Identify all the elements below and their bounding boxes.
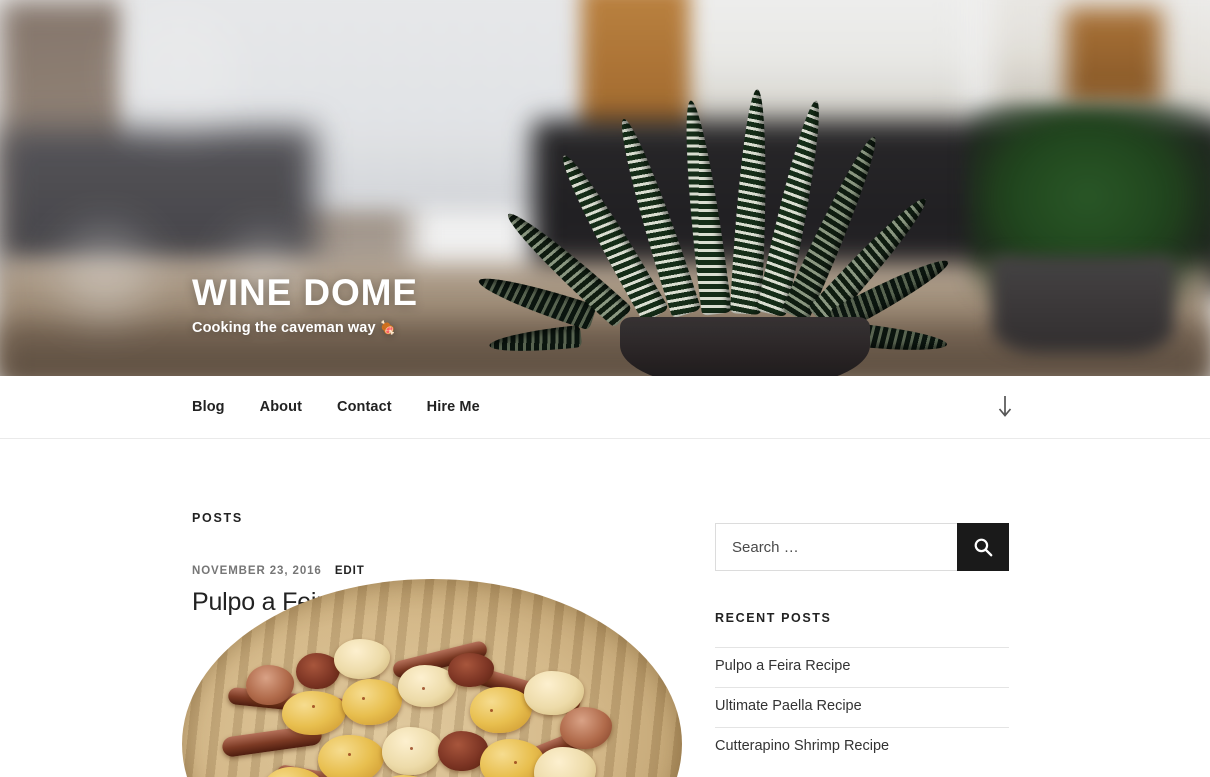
content-area: POSTS NOVEMBER 23, 2016 EDIT Pulpo a Fei… (182, 511, 682, 777)
meat-on-bone-icon: 🍖 (379, 320, 397, 335)
nav-item-contact[interactable]: Contact (337, 398, 392, 416)
widget-recent-posts: RECENT POSTS Pulpo a Feira Recipe Ultima… (715, 611, 1009, 766)
site-tagline-text: Cooking the caveman way (192, 320, 376, 336)
edit-post-link[interactable]: EDIT (335, 565, 365, 577)
nav-item-about[interactable]: About (260, 398, 302, 416)
widget-title-recent-posts: RECENT POSTS (715, 611, 832, 625)
nav-item-blog[interactable]: Blog (192, 398, 225, 416)
recent-post-link-1[interactable]: Pulpo a Feira Recipe (715, 658, 850, 674)
recent-posts-list: Pulpo a Feira Recipe Ultimate Paella Rec… (715, 647, 1009, 766)
primary-navigation: Blog About Contact Hire Me (0, 376, 1210, 439)
site-title[interactable]: WINE DOME (192, 273, 418, 313)
site-tagline: Cooking the caveman way 🍖 (192, 320, 418, 336)
nav-link-blog[interactable]: Blog (192, 399, 225, 415)
recent-post-link-3[interactable]: Cutterapino Shrimp Recipe (715, 738, 889, 754)
nav-link-about[interactable]: About (260, 399, 302, 415)
arrow-down-icon (998, 396, 1012, 417)
site-branding: WINE DOME Cooking the caveman way 🍖 (192, 273, 418, 336)
site-main: POSTS NOVEMBER 23, 2016 EDIT Pulpo a Fei… (0, 439, 1210, 777)
site-header: WINE DOME Cooking the caveman way 🍖 (0, 0, 1210, 376)
post-date: NOVEMBER 23, 2016 (192, 565, 322, 577)
search-submit-button[interactable] (957, 523, 1009, 571)
hero-overlay (0, 0, 1210, 376)
list-item[interactable]: Pulpo a Feira Recipe (715, 647, 1009, 687)
nav-link-contact[interactable]: Contact (337, 399, 392, 415)
scroll-down-button[interactable] (992, 394, 1018, 420)
search-form (715, 523, 1009, 571)
entry-meta: NOVEMBER 23, 2016 EDIT (192, 565, 667, 577)
list-item[interactable]: Cutterapino Shrimp Recipe (715, 726, 1009, 767)
search-icon (974, 538, 993, 557)
search-input[interactable] (715, 523, 957, 571)
sidebar: RECENT POSTS Pulpo a Feira Recipe Ultima… (715, 511, 1009, 766)
nav-item-hire-me[interactable]: Hire Me (427, 398, 480, 416)
list-item[interactable]: Ultimate Paella Recipe (715, 686, 1009, 727)
nav-link-hire-me[interactable]: Hire Me (427, 399, 480, 415)
nav-menu: Blog About Contact Hire Me (192, 398, 480, 416)
post-article: NOVEMBER 23, 2016 EDIT Pulpo a Feira Rec… (182, 565, 682, 777)
posts-section-label: POSTS (192, 511, 243, 525)
recent-post-link-2[interactable]: Ultimate Paella Recipe (715, 698, 862, 714)
header-hero-image (0, 0, 1210, 376)
